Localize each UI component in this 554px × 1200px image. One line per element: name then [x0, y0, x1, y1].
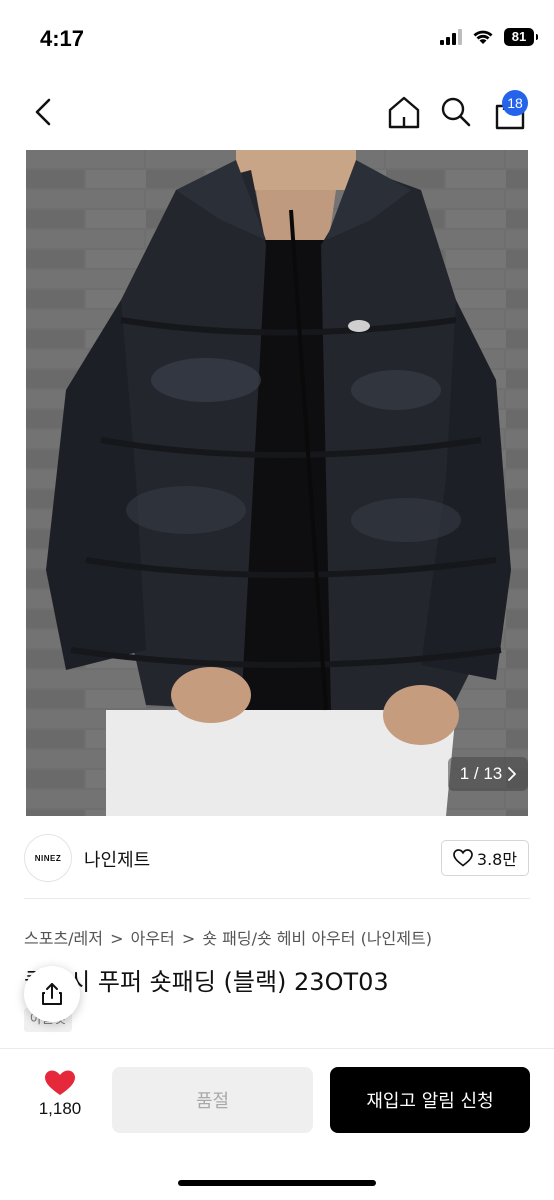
wishlist-count: 1,180	[38, 1099, 82, 1118]
wishlist-button[interactable]: 1,180	[28, 1069, 92, 1133]
search-button[interactable]	[436, 92, 476, 132]
breadcrumb-item[interactable]: 스포츠/레저	[24, 929, 103, 948]
restock-alert-button[interactable]: 재입고 알림 신청	[330, 1067, 530, 1133]
status-icons: 81	[440, 28, 538, 46]
breadcrumb: 스포츠/레저 > 아우터 > 숏 패딩/숏 헤비 아우터 (나인제트)	[24, 925, 434, 949]
cart-count-badge: 18	[502, 90, 528, 116]
battery-icon: 81	[504, 28, 538, 46]
heart-filled-icon	[45, 1070, 75, 1095]
share-icon	[42, 983, 62, 1005]
bottom-action-bar: 1,180 품절 재입고 알림 신청	[0, 1048, 554, 1200]
image-counter-text: 1 / 13	[459, 764, 503, 783]
home-button[interactable]	[384, 92, 424, 132]
brand-name[interactable]: 나인제트	[84, 846, 150, 872]
status-bar: 4:17 81	[0, 0, 554, 80]
back-button[interactable]	[26, 94, 60, 130]
chevron-right-icon[interactable]	[508, 767, 517, 781]
brand-like-button[interactable]: 3.8만	[441, 840, 529, 876]
search-icon	[441, 97, 471, 127]
battery-level: 81	[511, 29, 527, 44]
signal-icon	[440, 29, 462, 45]
home-indicator	[178, 1180, 376, 1186]
nav-bar	[0, 80, 554, 146]
status-time: 4:17	[40, 26, 85, 51]
breadcrumb-item[interactable]: 숏 패딩/숏 헤비 아우터 (나인제트)	[202, 929, 432, 948]
heart-outline-icon	[453, 849, 473, 867]
brand-like-count: 3.8만	[476, 850, 518, 869]
breadcrumb-separator: >	[110, 929, 129, 948]
product-image[interactable]	[26, 150, 528, 816]
brand-logo[interactable]: NINEZ	[24, 834, 72, 882]
image-counter: 1 / 13	[448, 757, 528, 791]
product-photo	[26, 150, 528, 816]
wifi-icon	[473, 30, 493, 44]
divider	[24, 898, 530, 899]
breadcrumb-item[interactable]: 아우터	[131, 929, 175, 948]
brand-row: NINEZ 나인제트 3.8만	[0, 816, 554, 900]
brand-logo-text: NINEZ	[34, 853, 62, 863]
breadcrumb-separator: >	[181, 929, 201, 948]
back-icon	[35, 98, 51, 126]
share-button[interactable]	[24, 966, 80, 1022]
soldout-button: 품절	[112, 1067, 313, 1133]
home-icon	[388, 96, 420, 129]
